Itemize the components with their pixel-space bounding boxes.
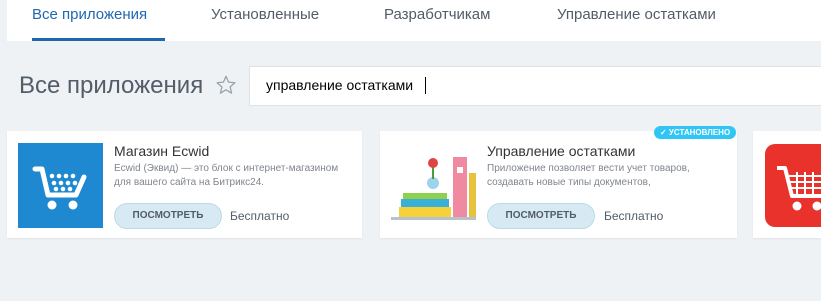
search-input[interactable]: управление остатками <box>266 77 413 93</box>
app-title[interactable]: Магазин Ecwid <box>114 143 209 159</box>
price-label: Бесплатно <box>604 209 664 223</box>
shopping-cart-icon <box>765 144 821 227</box>
installed-badge: ✓ УСТАНОВЛЕНО <box>654 126 737 139</box>
tab-developers[interactable]: Разработчикам <box>384 6 490 23</box>
active-tab-indicator <box>32 38 165 41</box>
search-box[interactable]: управление остатками <box>249 66 821 106</box>
app-card-ecwid[interactable]: Магазин Ecwid Ecwid (Эквид) — это блок с… <box>7 131 362 238</box>
tab-inventory-management[interactable]: Управление остатками <box>557 6 716 23</box>
inventory-illustration-icon <box>391 157 476 220</box>
app-title[interactable]: Управление остатками <box>487 143 635 159</box>
view-button[interactable]: ПОСМОТРЕТЬ <box>114 203 222 229</box>
app-description: Ecwid (Эквид) — это блок с интернет-мага… <box>114 163 339 188</box>
tab-installed[interactable]: Установленные <box>211 6 319 23</box>
shopping-cart-icon <box>18 143 103 228</box>
page-title: Все приложения <box>19 72 204 99</box>
tab-all-apps[interactable]: Все приложения <box>32 6 147 23</box>
app-card-inventory[interactable]: ✓ УСТАНОВЛЕНО Управление остатками Прило… <box>380 126 737 238</box>
price-label: Бесплатно <box>230 209 290 223</box>
star-icon[interactable] <box>215 74 237 96</box>
app-card-partial[interactable] <box>753 131 821 238</box>
app-description: Приложение позволяет вести учет товаров,… <box>487 163 690 188</box>
view-button[interactable]: ПОСМОТРЕТЬ <box>487 203 595 229</box>
text-caret <box>425 77 426 94</box>
tab-bar: Все приложения Установленные Разработчик… <box>7 0 821 41</box>
